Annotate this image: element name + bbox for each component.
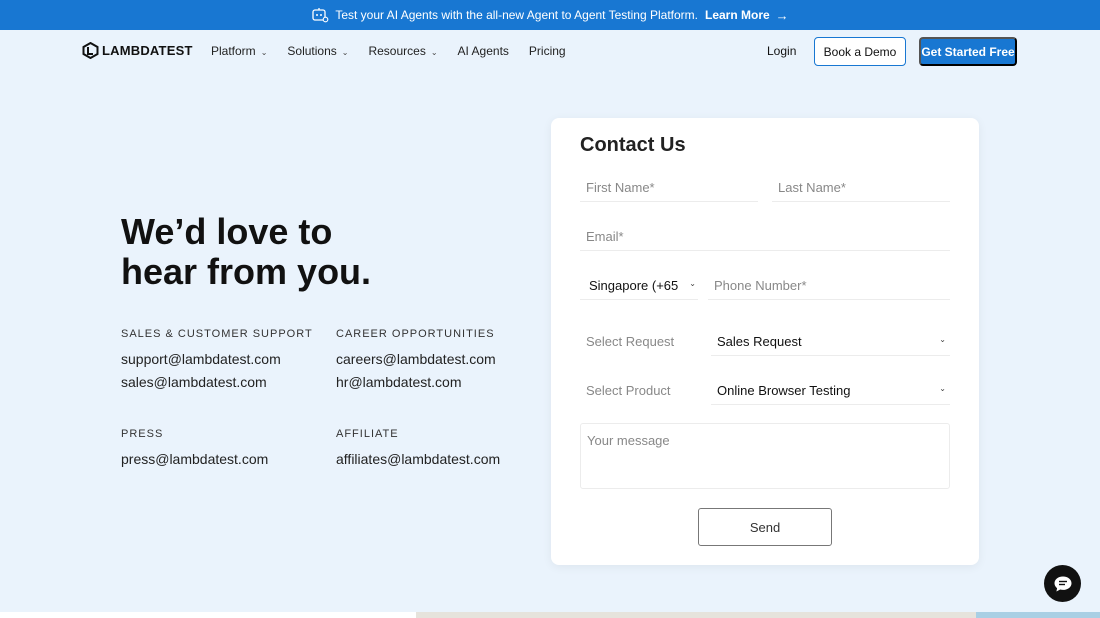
- phone-placeholder: Phone Number*: [714, 278, 807, 293]
- careers-email[interactable]: careers@lambdatest.com: [336, 348, 496, 371]
- headline-line-2: hear from you.: [121, 251, 372, 292]
- get-started-button[interactable]: Get Started Free: [919, 37, 1017, 66]
- learn-more-link[interactable]: Learn More: [705, 8, 770, 22]
- chevron-down-icon: ⌄: [689, 279, 696, 288]
- office-map: [416, 612, 1100, 618]
- arrow-right-icon: →: [775, 7, 789, 23]
- hr-email[interactable]: hr@lambdatest.com: [336, 371, 496, 394]
- affiliates-email[interactable]: affiliates@lambdatest.com: [336, 448, 500, 471]
- nav-actions: Login Book a Demo Get Started Free: [0, 30, 1100, 72]
- support-contacts: SALES & CUSTOMER SUPPORT support@lambdat…: [121, 328, 313, 394]
- sales-email[interactable]: sales@lambdatest.com: [121, 371, 313, 394]
- request-select[interactable]: Sales Request ⌄: [711, 324, 950, 356]
- chevron-down-icon: ⌄: [939, 335, 946, 344]
- first-name-field[interactable]: First Name*: [580, 170, 758, 202]
- career-contacts: CAREER OPPORTUNITIES careers@lambdatest.…: [336, 328, 496, 394]
- press-contacts: PRESS press@lambdatest.com: [121, 428, 268, 471]
- agent-test-icon: [312, 8, 329, 23]
- top-navigation: LAMBDATEST Platform ⌄ Solutions ⌄ Resour…: [0, 30, 1100, 72]
- book-demo-button[interactable]: Book a Demo: [814, 37, 906, 66]
- last-name-field[interactable]: Last Name*: [772, 170, 950, 202]
- phone-field[interactable]: Phone Number*: [708, 268, 950, 300]
- message-textarea[interactable]: Your message: [580, 423, 950, 489]
- chevron-down-icon: ⌄: [939, 384, 946, 393]
- email-placeholder: Email*: [586, 229, 624, 244]
- country-code-value: Singapore (+65: [589, 278, 679, 293]
- contact-form-card: Contact Us First Name* Last Name* Email*…: [551, 118, 979, 565]
- first-name-placeholder: First Name*: [586, 180, 655, 195]
- send-button[interactable]: Send: [698, 508, 832, 546]
- support-email[interactable]: support@lambdatest.com: [121, 348, 313, 371]
- product-select[interactable]: Online Browser Testing ⌄: [711, 373, 950, 405]
- career-heading: CAREER OPPORTUNITIES: [336, 328, 495, 340]
- support-heading: SALES & CUSTOMER SUPPORT: [121, 328, 313, 340]
- contact-form-title: Contact Us: [580, 134, 686, 156]
- press-heading: PRESS: [121, 428, 164, 440]
- map-water: [976, 612, 1100, 618]
- affiliate-contacts: AFFILIATE affiliates@lambdatest.com: [336, 428, 500, 471]
- last-name-placeholder: Last Name*: [778, 180, 846, 195]
- country-code-select[interactable]: Singapore (+65 ⌄: [580, 268, 698, 300]
- announcement-banner[interactable]: Test your AI Agents with the all-new Age…: [0, 0, 1100, 30]
- message-placeholder: Your message: [587, 433, 670, 448]
- email-field[interactable]: Email*: [580, 219, 950, 251]
- request-select-value: Sales Request: [717, 334, 802, 349]
- product-select-value: Online Browser Testing: [717, 383, 851, 398]
- select-request-label: Select Request: [586, 334, 675, 349]
- select-product-label: Select Product: [586, 383, 671, 398]
- page-headline: We’d love to hear from you.: [121, 212, 481, 292]
- banner-text: Test your AI Agents with the all-new Age…: [335, 8, 698, 22]
- login-link[interactable]: Login: [767, 44, 796, 58]
- headline-line-1: We’d love to: [121, 211, 333, 252]
- press-email[interactable]: press@lambdatest.com: [121, 448, 268, 471]
- footer-strip: [0, 612, 1100, 618]
- chat-icon: [1054, 576, 1071, 591]
- chat-widget-button[interactable]: [1044, 565, 1081, 602]
- affiliate-heading: AFFILIATE: [336, 428, 399, 440]
